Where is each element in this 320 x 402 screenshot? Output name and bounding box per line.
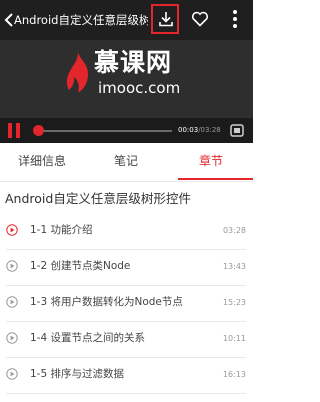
lesson-title: 1-2 创建节点类Node [30,260,131,272]
lesson-duration: 16:13 [222,370,246,379]
logo-chinese-text: 慕课网 [94,48,173,77]
tab-bar: 详细信息 笔记 章节 [0,143,253,182]
lesson-item[interactable]: 1-5 排序与过滤数据 16:13 [0,358,253,394]
active-tab-indicator [178,178,253,180]
lesson-title: 1-1 功能介绍 [30,224,93,236]
lesson-title: 1-4 设置节点之间的关系 [30,332,145,344]
play-circle-icon [6,296,18,308]
download-button[interactable] [151,4,179,34]
video-player[interactable]: Android自定义任意层级树形... 慕课网 imooc.com 00:03/… [0,0,253,143]
download-icon [159,12,173,27]
lesson-duration: 15:23 [222,298,246,307]
pause-icon[interactable] [8,123,22,138]
tab-notes[interactable]: 笔记 [84,143,168,181]
imooc-logo: 慕课网 imooc.com [64,48,194,100]
play-circle-icon [6,260,18,272]
player-top-bar: Android自定义任意层级树形... [0,0,253,40]
divider [6,393,246,394]
course-title: Android自定义任意层级树形控件 [5,191,191,206]
time-total: 03:28 [200,126,221,134]
progress-knob[interactable] [33,125,44,136]
lesson-title: 1-3 将用户数据转化为Node节点 [30,296,183,308]
fullscreen-icon[interactable] [229,123,245,138]
play-circle-icon [6,368,18,380]
lesson-title: 1-5 排序与过滤数据 [30,368,124,380]
video-title: Android自定义任意层级树形... [14,13,148,27]
lesson-item[interactable]: 1-4 设置节点之间的关系 10:11 [0,322,253,358]
lesson-duration: 03:28 [222,226,246,235]
progress-bar[interactable] [37,130,172,132]
lesson-duration: 10:11 [222,334,246,343]
play-circle-icon [6,332,18,344]
time-display: 00:03/03:28 [178,126,221,134]
lesson-item[interactable]: 1-3 将用户数据转化为Node节点 15:23 [0,286,253,322]
favorite-heart-icon[interactable] [191,10,209,28]
play-circle-icon [6,224,18,236]
lesson-duration: 13:43 [222,262,246,271]
lesson-item[interactable]: 1-2 创建节点类Node 13:43 [0,250,253,286]
player-controls: 00:03/03:28 [0,118,253,143]
logo-english-text: imooc.com [98,79,181,97]
more-options-icon[interactable] [231,8,239,30]
lesson-item[interactable]: 1-1 功能介绍 03:28 [0,214,253,250]
tab-details[interactable]: 详细信息 [0,143,84,181]
flame-icon [66,52,89,92]
time-current: 00:03 [178,126,199,134]
tab-chapters[interactable]: 章节 [169,143,253,181]
